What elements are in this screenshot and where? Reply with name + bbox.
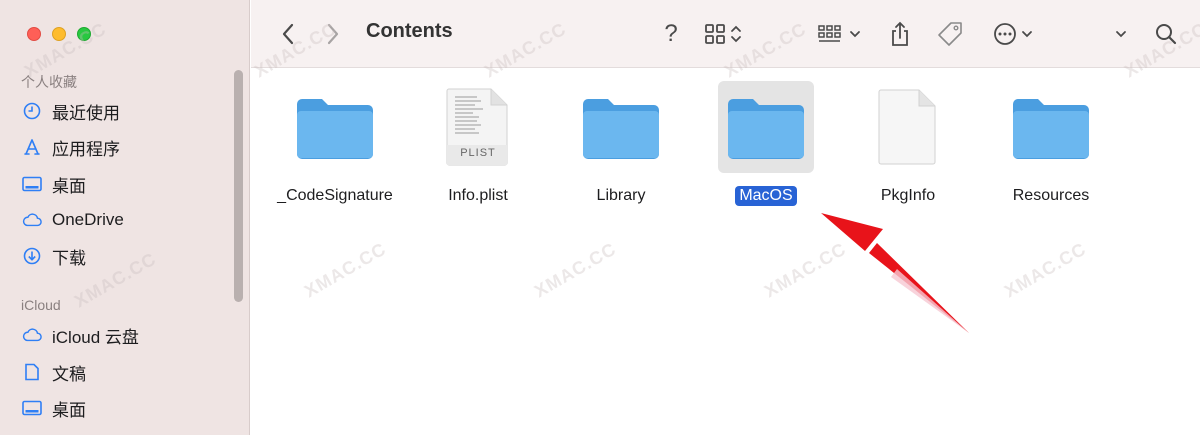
minimize-button[interactable] bbox=[52, 27, 66, 41]
sidebar-item-documents[interactable]: 文稿 bbox=[22, 357, 86, 387]
file-name: Library bbox=[596, 187, 646, 204]
file-item-info-plist[interactable]: PLIST Info.plist bbox=[413, 81, 543, 206]
sidebar-scrollbar[interactable] bbox=[234, 70, 243, 302]
cloud-icon bbox=[22, 210, 42, 230]
folder-icon bbox=[1003, 81, 1099, 173]
window-controls bbox=[27, 27, 91, 41]
sidebar-item-label: iCloud 云盘 bbox=[52, 327, 139, 347]
plist-badge: PLIST bbox=[460, 147, 496, 159]
up-down-chevron-icon bbox=[731, 25, 741, 43]
sidebar-item-label: 桌面 bbox=[52, 176, 86, 196]
search-button[interactable] bbox=[1151, 18, 1181, 50]
icon-view-button[interactable] bbox=[699, 18, 747, 50]
file-item-library[interactable]: Library bbox=[556, 81, 686, 206]
desktop-icon bbox=[22, 398, 42, 418]
folder-icon bbox=[573, 81, 669, 173]
sidebar-item-label: 应用程序 bbox=[52, 139, 120, 159]
annotation-arrow bbox=[821, 213, 969, 333]
favorites-section-title: 个人收藏 bbox=[21, 74, 77, 90]
file-name: PkgInfo bbox=[880, 187, 936, 204]
sidebar-item-label: 最近使用 bbox=[52, 103, 120, 123]
download-icon bbox=[22, 246, 42, 266]
back-button[interactable] bbox=[276, 18, 300, 50]
sidebar-item-label: 下载 bbox=[52, 248, 86, 268]
window-title: Contents bbox=[366, 20, 453, 42]
close-button[interactable] bbox=[27, 27, 41, 41]
file-name: Resources bbox=[1012, 187, 1090, 204]
sidebar-item-icloud-drive[interactable]: iCloud 云盘 bbox=[22, 320, 139, 350]
share-button[interactable] bbox=[885, 18, 915, 50]
chevron-down-icon bbox=[850, 31, 860, 38]
more-actions-button[interactable] bbox=[989, 18, 1037, 50]
chevron-down-icon bbox=[1022, 31, 1032, 38]
sidebar-item-applications[interactable]: 应用程序 bbox=[22, 132, 120, 162]
document-icon bbox=[860, 81, 956, 173]
zoom-button[interactable] bbox=[77, 27, 91, 41]
file-item-pkginfo[interactable]: PkgInfo bbox=[843, 81, 973, 206]
sidebar-item-onedrive[interactable]: OneDrive bbox=[22, 205, 124, 235]
cloud-icon bbox=[22, 325, 42, 345]
toolbar-overflow-button[interactable] bbox=[1109, 18, 1133, 50]
sidebar-item-label: 桌面 bbox=[52, 400, 86, 420]
file-name: MacOS bbox=[735, 186, 797, 206]
sidebar: 个人收藏 最近使用 应用程序 桌面 OneDrive 下载 iCloud iCl… bbox=[0, 0, 250, 435]
toolbar: Contents ? bbox=[251, 0, 1200, 68]
desktop-icon bbox=[22, 174, 42, 194]
applications-icon bbox=[22, 137, 42, 157]
document-icon bbox=[22, 362, 42, 382]
folder-icon bbox=[718, 81, 814, 173]
chevron-right-icon bbox=[327, 23, 339, 45]
icloud-section-title: iCloud bbox=[21, 297, 61, 313]
grid-icon bbox=[705, 24, 725, 44]
search-icon bbox=[1156, 24, 1177, 45]
share-icon bbox=[892, 21, 908, 46]
plist-file-icon bbox=[430, 81, 526, 173]
chevron-down-icon bbox=[1116, 31, 1126, 38]
sidebar-item-downloads[interactable]: 下载 bbox=[22, 241, 86, 271]
sidebar-item-icloud-desktop[interactable]: 桌面 bbox=[22, 393, 86, 423]
forward-button[interactable] bbox=[321, 18, 345, 50]
sidebar-item-desktop[interactable]: 桌面 bbox=[22, 169, 86, 199]
group-button[interactable] bbox=[814, 18, 864, 50]
file-item-codesignature[interactable]: _CodeSignature bbox=[270, 81, 400, 206]
chevron-left-icon bbox=[282, 23, 294, 45]
file-name: Info.plist bbox=[448, 187, 508, 204]
ellipsis-circle-icon bbox=[994, 23, 1016, 45]
folder-icon bbox=[287, 81, 383, 173]
sidebar-item-label: OneDrive bbox=[52, 210, 124, 229]
clock-icon bbox=[22, 101, 42, 121]
sidebar-item-recents[interactable]: 最近使用 bbox=[22, 96, 120, 126]
file-item-resources[interactable]: Resources bbox=[986, 81, 1116, 206]
group-grid-icon bbox=[818, 25, 841, 42]
tag-button[interactable] bbox=[934, 18, 966, 50]
tag-icon bbox=[938, 22, 962, 46]
help-button[interactable]: ? bbox=[656, 18, 686, 50]
sidebar-item-label: 文稿 bbox=[52, 364, 86, 384]
file-browser: _CodeSignature PLIST Info.plist Library … bbox=[251, 69, 1200, 435]
file-item-macos[interactable]: MacOS bbox=[701, 81, 831, 206]
file-name: _CodeSignature bbox=[277, 187, 393, 204]
